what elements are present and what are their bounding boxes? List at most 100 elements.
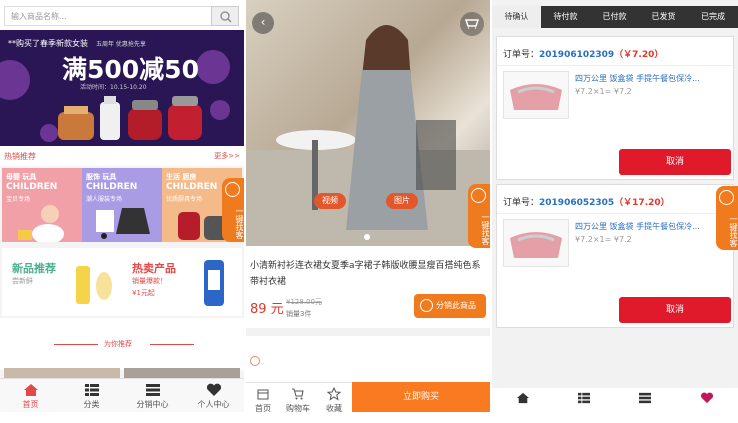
order-product-name[interactable]: 四万公里 饭盒袋 手提午餐包保冷...: [575, 221, 727, 232]
tab-home[interactable]: [492, 388, 553, 412]
new-products-title: 新品推荐: [12, 262, 56, 275]
order-number: 201906052305: [539, 198, 615, 208]
category-title: 母婴 玩具: [6, 173, 37, 181]
tab-paid[interactable]: 已付款: [590, 6, 639, 28]
heart-icon: [206, 383, 221, 396]
fashion-image: [96, 208, 150, 239]
tab-distribution[interactable]: [614, 388, 676, 412]
tab-category[interactable]: 分类: [61, 379, 122, 412]
tab-cart[interactable]: 购物车: [280, 383, 316, 412]
tab-distribution[interactable]: 分销中心: [122, 379, 183, 412]
tab-profile[interactable]: [676, 388, 738, 412]
category-title: 生活 厨房: [166, 173, 197, 181]
category-card-baby[interactable]: 母婴 玩具 CHILDREN 宝贝专场: [2, 168, 82, 242]
recommend-title: 为你推荐: [104, 340, 132, 348]
product-title: 小清新衬衫连衣裙女夏季a字裙子韩版收腰显瘦百搭纯色系带衬衣裙: [250, 261, 481, 287]
video-pill[interactable]: 视频: [314, 193, 346, 209]
model-photo: [246, 25, 490, 246]
orders-screen: 待确认 待付款 已付款 已发货 已完成 订单号：201906102309（￥7.…: [492, 0, 738, 412]
category-en: CHILDREN: [166, 182, 218, 192]
product-thumb[interactable]: [4, 368, 120, 378]
grid-icon: [577, 392, 590, 404]
quick-customer-tab[interactable]: 一键找客: [716, 186, 738, 250]
product-image-carousel[interactable]: ‹ 视频 图片: [246, 0, 490, 246]
order-qty: ¥7.2×1= ¥7.2: [575, 87, 632, 96]
product-detail-screen: ‹ 视频 图片 一键找客 小清新衬衫连衣裙女夏季a字裙子韩版收腰显瘦百搭纯色系带…: [246, 0, 490, 412]
category-title: 服饰 玩具: [86, 173, 117, 181]
buy-now-button[interactable]: 立即购买: [352, 382, 490, 412]
divider: [54, 344, 98, 345]
new-products-card[interactable]: 新品推荐 尝新鲜: [2, 248, 122, 316]
appliances-image: [58, 96, 202, 140]
cancel-button[interactable]: 取消: [619, 297, 731, 323]
sales-count: 销量3件: [286, 310, 312, 318]
hot-title: 热销推荐: [4, 152, 36, 161]
distribute-button[interactable]: 分销此商品: [414, 294, 486, 318]
tab-completed[interactable]: 已完成: [688, 6, 738, 28]
quick-customer-tab[interactable]: 一键找客: [468, 184, 490, 248]
tab-pending-confirm[interactable]: 待确认: [492, 6, 541, 28]
tab-favorite[interactable]: 收藏: [316, 383, 352, 412]
back-button[interactable]: ‹: [252, 12, 274, 34]
category-en: CHILDREN: [86, 182, 138, 192]
product-price: 89 元: [250, 302, 284, 317]
baby-image: [18, 205, 64, 242]
original-price: ¥128.00元: [286, 298, 322, 306]
tab-home[interactable]: 首页: [0, 379, 61, 412]
list-icon: [639, 392, 651, 404]
bottom-tab-bar: 首页 分类 分销中心 个人中心: [0, 378, 244, 412]
search-input[interactable]: 输入商品名称...: [4, 6, 211, 26]
home-screen: 输入商品名称... **购买了春季新款女装 五周年 优惠抢先享 满500减50 …: [0, 0, 244, 412]
image-pill[interactable]: 图片: [386, 193, 418, 209]
carousel-dot: [364, 234, 370, 240]
hot-products-sub: 销量爆款！: [132, 277, 167, 285]
order-number: 201906102309: [539, 50, 615, 60]
promo-banner[interactable]: **购买了春季新款女装 五周年 优惠抢先享 满500减50 活动时间：10.15…: [0, 30, 244, 146]
more-link[interactable]: 更多>>: [214, 151, 240, 161]
banner-top-text: **购买了春季新款女装: [8, 39, 88, 48]
tab-pending-pay[interactable]: 待付款: [541, 6, 590, 28]
order-product-image[interactable]: [503, 71, 569, 119]
banner-top-text-2: 五周年 优惠抢先享: [96, 41, 146, 48]
hot-section-header: 热销推荐 更多>>: [0, 146, 244, 166]
search-button[interactable]: [211, 6, 239, 26]
heart-icon: [700, 392, 714, 404]
grid-icon: [84, 384, 99, 396]
category-card-fashion[interactable]: 服饰 玩具 CHILDREN 潮人服装专场: [82, 168, 162, 242]
recommend-section: 为你推荐: [0, 318, 244, 370]
check-icon[interactable]: [250, 356, 260, 366]
shop-icon: [257, 389, 269, 400]
home-icon: [516, 392, 529, 404]
list-icon: [145, 384, 160, 396]
product-thumb[interactable]: [124, 368, 240, 378]
tab-profile[interactable]: 个人中心: [183, 379, 244, 412]
order-header: 订单号：201906102309（￥7.20）: [503, 50, 664, 60]
home-icon: [23, 384, 38, 396]
search-icon: [220, 11, 232, 23]
star-icon: [327, 387, 341, 401]
chevron-left-icon: ‹: [260, 15, 266, 29]
order-qty: ¥7.2×1= ¥7.2: [575, 235, 632, 244]
search-bar: 输入商品名称...: [0, 0, 244, 30]
order-status-tabs: 待确认 待付款 已付款 已发货 已完成: [492, 6, 738, 28]
order-product-name[interactable]: 四万公里 饭盒袋 手提午餐包保冷...: [575, 73, 727, 84]
hot-products-card[interactable]: 热卖产品 销量爆款！ ¥1元起: [122, 248, 242, 316]
category-en: CHILDREN: [6, 182, 58, 192]
order-amount: （￥7.20）: [614, 50, 664, 60]
tab-category[interactable]: [553, 388, 614, 412]
cart-button[interactable]: [460, 12, 484, 36]
tab-shipped[interactable]: 已发货: [639, 6, 688, 28]
product-image: [204, 260, 224, 306]
quick-customer-tab[interactable]: 一键找客: [222, 178, 244, 242]
new-products-sub: 尝新鲜: [12, 277, 33, 285]
hot-products-title: 热卖产品: [132, 262, 176, 275]
divider: [150, 344, 194, 345]
cart-icon: [292, 388, 304, 400]
order-card: 订单号：201906102309（￥7.20） 四万公里 饭盒袋 手提午餐包保冷…: [496, 36, 734, 180]
banner-headline: 满500减50: [62, 55, 199, 84]
tab-shop[interactable]: 首页: [246, 383, 280, 412]
cancel-button[interactable]: 取消: [619, 149, 731, 175]
bottom-tab-bar: [492, 388, 738, 412]
order-product-image[interactable]: [503, 219, 569, 267]
order-card: 订单号：201906052305（￥17.20） 四万公里 饭盒袋 手提午餐包保…: [496, 184, 734, 328]
